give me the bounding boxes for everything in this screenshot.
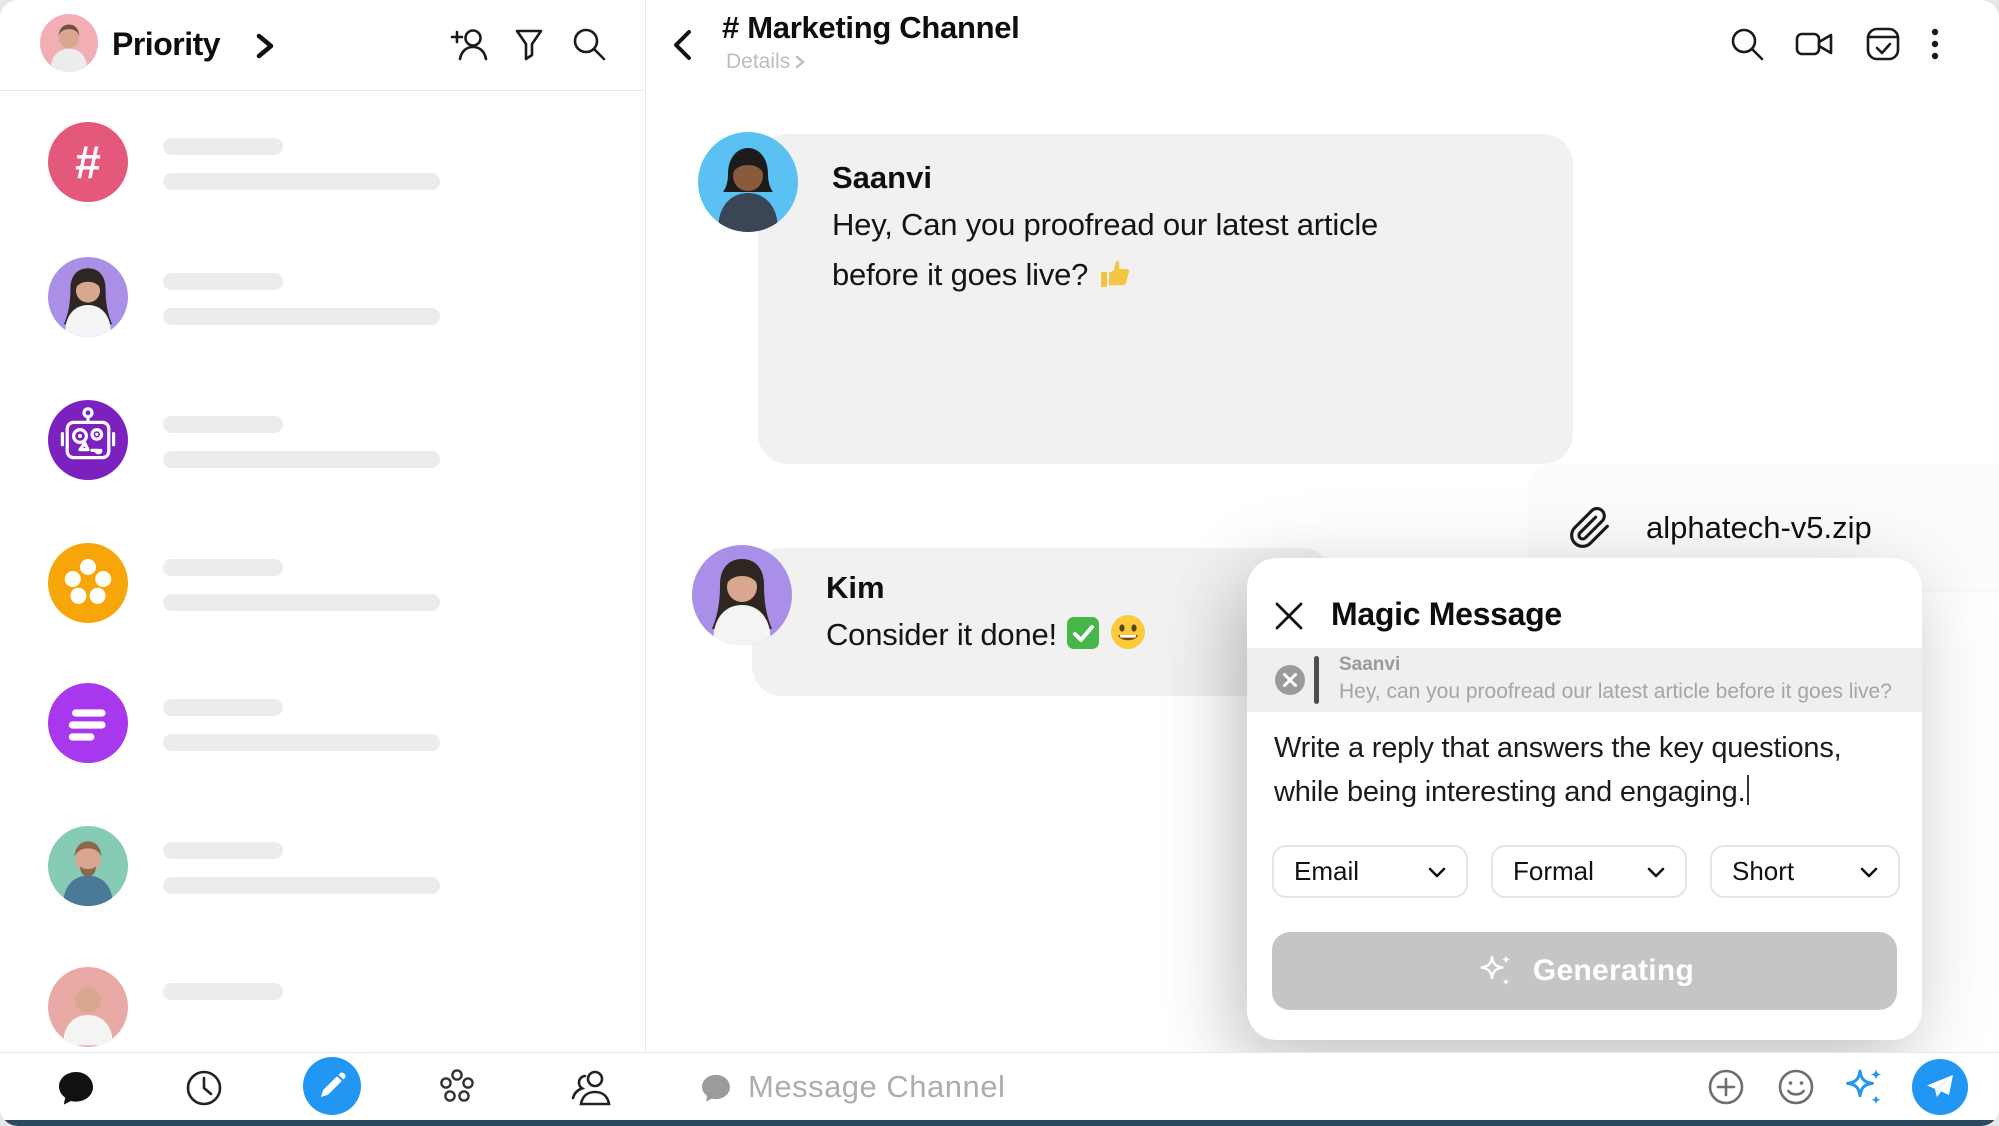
robot-bot-icon — [48, 400, 128, 480]
avatar-kim[interactable] — [692, 545, 792, 645]
placeholder-bar — [163, 594, 440, 611]
quote-bar — [1314, 656, 1319, 704]
placeholder-bar — [163, 273, 283, 290]
list-lines-icon — [48, 683, 128, 763]
generating-label: Generating — [1533, 954, 1694, 988]
screenshot: Priority # Marketing Channel Details — [0, 0, 1999, 1126]
chevron-down-icon — [1643, 859, 1669, 885]
channel-title: # Marketing Channel — [722, 10, 1019, 46]
tone-dropdown[interactable]: Formal — [1491, 845, 1687, 898]
bottom-strip — [0, 1120, 1999, 1126]
back-chevron-icon[interactable] — [666, 24, 700, 66]
message-author: Kim — [826, 570, 885, 606]
chevron-down-icon — [1424, 859, 1450, 885]
magic-message-modal: Magic Message Saanvi Hey, can you proofr… — [1247, 558, 1922, 1040]
tasks-icon[interactable] — [1862, 23, 1904, 65]
bald-man-avatar — [48, 967, 128, 1047]
message-author: Saanvi — [832, 160, 932, 196]
close-icon[interactable] — [1271, 598, 1307, 634]
placeholder-bar — [163, 138, 283, 155]
workspace-title[interactable]: Priority — [112, 26, 220, 63]
hash-channel-icon: # — [48, 122, 128, 202]
placeholder-bar — [163, 842, 283, 859]
channel-details-link[interactable]: Details — [726, 50, 806, 74]
placeholder-bar — [163, 451, 440, 468]
paperclip-icon — [1568, 506, 1612, 550]
quote-text: Hey, can you proofread our latest articl… — [1339, 680, 1892, 704]
placeholder-bar — [163, 877, 440, 894]
compose-pencil-icon[interactable] — [303, 1057, 361, 1115]
emoji-icon[interactable] — [1775, 1066, 1817, 1108]
placeholder-bar — [163, 173, 440, 190]
send-icon[interactable] — [1912, 1059, 1968, 1115]
sidebar-item-bot[interactable] — [0, 400, 645, 540]
format-dropdown[interactable]: Email — [1272, 845, 1468, 898]
placeholder-bar — [163, 559, 283, 576]
remove-quote-icon[interactable] — [1274, 664, 1306, 696]
sidebar-item-team[interactable] — [0, 543, 645, 683]
sidebar-item-man[interactable] — [0, 826, 645, 966]
search-icon[interactable] — [568, 23, 610, 65]
message-text: Hey, Can you proofread our latest articl… — [832, 200, 1378, 300]
flower-dots-icon — [48, 543, 128, 623]
sidebar-item-kim[interactable] — [0, 257, 645, 397]
sidebar-divider — [645, 0, 646, 1120]
chevron-down-icon — [1856, 859, 1882, 885]
length-dropdown[interactable]: Short — [1710, 845, 1900, 898]
kebab-menu-icon[interactable] — [1928, 23, 1942, 65]
placeholder-bar — [163, 983, 283, 1000]
smiley-emoji — [1109, 613, 1147, 651]
details-label: Details — [726, 50, 790, 74]
magic-sparkle-icon[interactable] — [1840, 1063, 1888, 1111]
add-user-icon[interactable] — [448, 23, 490, 65]
apps-dots-icon[interactable] — [435, 1066, 479, 1110]
attachment-filename: alphatech-v5.zip — [1646, 510, 1872, 546]
prompt-input[interactable]: Write a reply that answers the key quest… — [1274, 726, 1894, 814]
chevron-right-icon — [794, 54, 806, 70]
placeholder-bar — [163, 734, 440, 751]
woman-long-hair-avatar — [48, 257, 128, 337]
chats-icon[interactable] — [54, 1066, 98, 1110]
svg-text:#: # — [75, 136, 101, 188]
message-text: Consider it done! — [826, 610, 1147, 660]
message-bubble-icon — [698, 1070, 734, 1106]
video-call-icon[interactable] — [1792, 23, 1838, 65]
sidebar-item-list[interactable] — [0, 683, 645, 823]
app-window: Priority # Marketing Channel Details — [0, 0, 1999, 1126]
avatar-saanvi[interactable] — [698, 132, 798, 232]
placeholder-bar — [163, 416, 283, 433]
man-beard-avatar — [48, 826, 128, 906]
sidebar-header-border — [0, 90, 645, 91]
modal-title: Magic Message — [1331, 596, 1562, 633]
bottom-bar: Message Channel — [0, 1052, 1999, 1121]
workspace-avatar[interactable] — [40, 14, 98, 72]
recents-clock-icon[interactable] — [182, 1066, 226, 1110]
sidebar-item-channel[interactable]: # — [0, 122, 645, 262]
thumbs-up-emoji — [1096, 255, 1132, 291]
text-cursor — [1747, 775, 1749, 805]
message-bubble-saanvi: Saanvi Hey, Can you proofread our latest… — [758, 134, 1573, 464]
sparkle-icon — [1475, 950, 1517, 992]
placeholder-bar — [163, 699, 283, 716]
filter-icon[interactable] — [508, 23, 550, 65]
message-input[interactable]: Message Channel — [748, 1069, 1005, 1105]
generating-button[interactable]: Generating — [1272, 932, 1897, 1010]
search-icon[interactable] — [1726, 23, 1768, 65]
chevron-right-icon[interactable] — [250, 29, 280, 63]
plus-circle-icon[interactable] — [1705, 1066, 1747, 1108]
quote-author: Saanvi — [1339, 654, 1400, 676]
message-bubble-kim: Kim Consider it done! — [752, 548, 1332, 696]
quoted-message: Saanvi Hey, can you proofread our latest… — [1247, 648, 1922, 712]
contacts-icon[interactable] — [568, 1066, 614, 1110]
check-mark-emoji — [1065, 615, 1101, 651]
placeholder-bar — [163, 308, 440, 325]
